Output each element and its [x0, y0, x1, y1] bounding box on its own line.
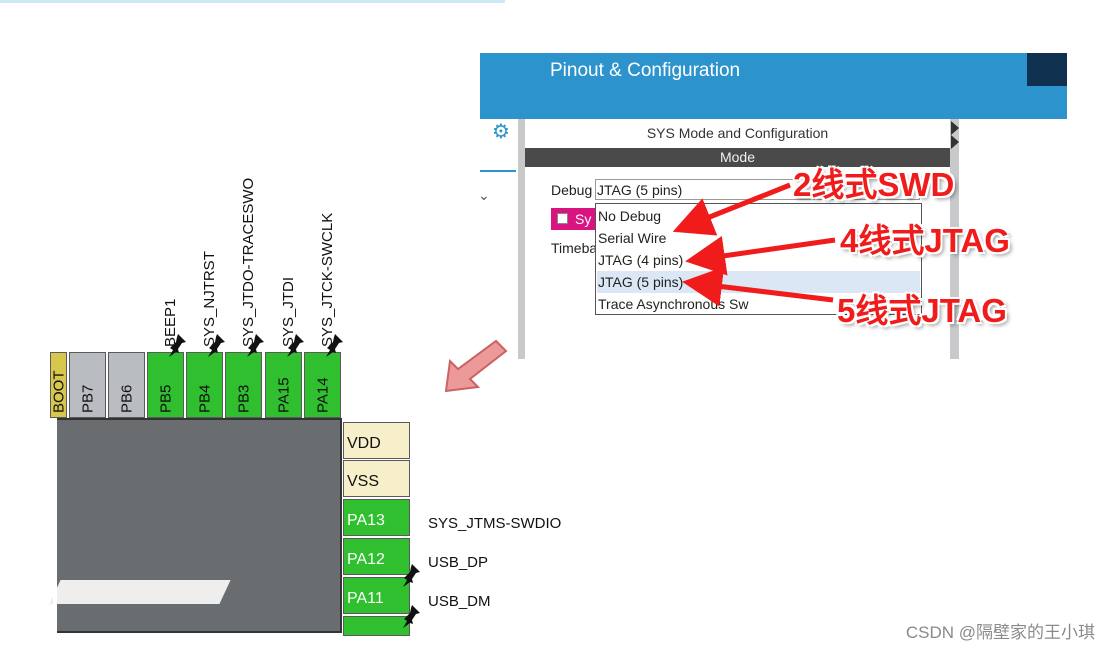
- chip-notch: [49, 580, 231, 604]
- pushpin-icon: [326, 334, 343, 357]
- collapse-arrow-icon[interactable]: [951, 121, 959, 135]
- pushpin-icon: [287, 334, 304, 357]
- header-tab[interactable]: [1027, 53, 1067, 86]
- annotation-swd: 2线式SWD: [793, 166, 955, 203]
- chip-edge: [53, 418, 57, 633]
- pin-vdd[interactable]: VDD: [343, 422, 410, 459]
- pin-boot0[interactable]: BOOT: [50, 352, 67, 418]
- timebase-label: Timeba: [551, 240, 598, 256]
- signal-label-pa14: SYS_JTCK-SWCLK: [319, 212, 336, 347]
- annotation-jtag5: 5线式JTAG: [837, 292, 1007, 329]
- sys-checkbox-label: Sy: [575, 211, 592, 227]
- pushpin-icon: [403, 564, 420, 587]
- pushpin-icon: [208, 334, 225, 357]
- sys-checkbox[interactable]: [557, 213, 568, 224]
- divider: [480, 170, 516, 172]
- signal-label-pa11: USB_DM: [428, 593, 491, 610]
- pin-vss[interactable]: VSS: [343, 460, 410, 497]
- pin-label: PB7: [79, 384, 96, 413]
- pin-label: PB3: [235, 384, 252, 413]
- signal-label-pa13: SYS_JTMS-SWDIO: [428, 515, 562, 532]
- collapse-arrow-icon[interactable]: [951, 135, 959, 149]
- pin-label: PB4: [196, 384, 213, 413]
- splitter-bar[interactable]: [518, 119, 525, 359]
- pin-label: PA14: [314, 377, 331, 413]
- pin-label: PA15: [275, 377, 292, 413]
- pin-pb6[interactable]: PB6: [108, 352, 145, 418]
- pushpin-icon: [403, 605, 420, 628]
- pin-pa13[interactable]: PA13: [343, 499, 410, 536]
- pin-pa14[interactable]: PA14: [304, 352, 341, 418]
- section-title: SYS Mode and Configuration: [646, 125, 829, 141]
- panel-title: Pinout & Configuration: [550, 60, 741, 81]
- pin-pa15[interactable]: PA15: [265, 352, 302, 418]
- pin-pb4[interactable]: PB4: [186, 352, 223, 418]
- annotation-jtag4: 4线式JTAG: [840, 222, 1010, 259]
- pin-pb7[interactable]: PB7: [69, 352, 106, 418]
- pin-label: PB5: [157, 384, 174, 413]
- signal-label-pa12: USB_DP: [428, 554, 489, 571]
- pin-label: PB6: [118, 384, 135, 413]
- debug-label: Debug: [551, 182, 593, 198]
- pin-label: BOOT: [50, 370, 67, 413]
- signal-label-pb3: SYS_JTDO-TRACESWO: [240, 177, 257, 347]
- watermark: CSDN @隔壁家的王小琪: [905, 623, 1095, 642]
- pushpin-icon: [247, 334, 264, 357]
- hint-arrow-icon: [444, 339, 508, 393]
- chevron-down-icon[interactable]: ⌄: [478, 187, 494, 203]
- gear-icon[interactable]: ⚙: [490, 121, 512, 143]
- pin-pb5[interactable]: PB5: [147, 352, 184, 418]
- pushpin-icon: [169, 334, 186, 357]
- pin-pb3[interactable]: PB3: [225, 352, 262, 418]
